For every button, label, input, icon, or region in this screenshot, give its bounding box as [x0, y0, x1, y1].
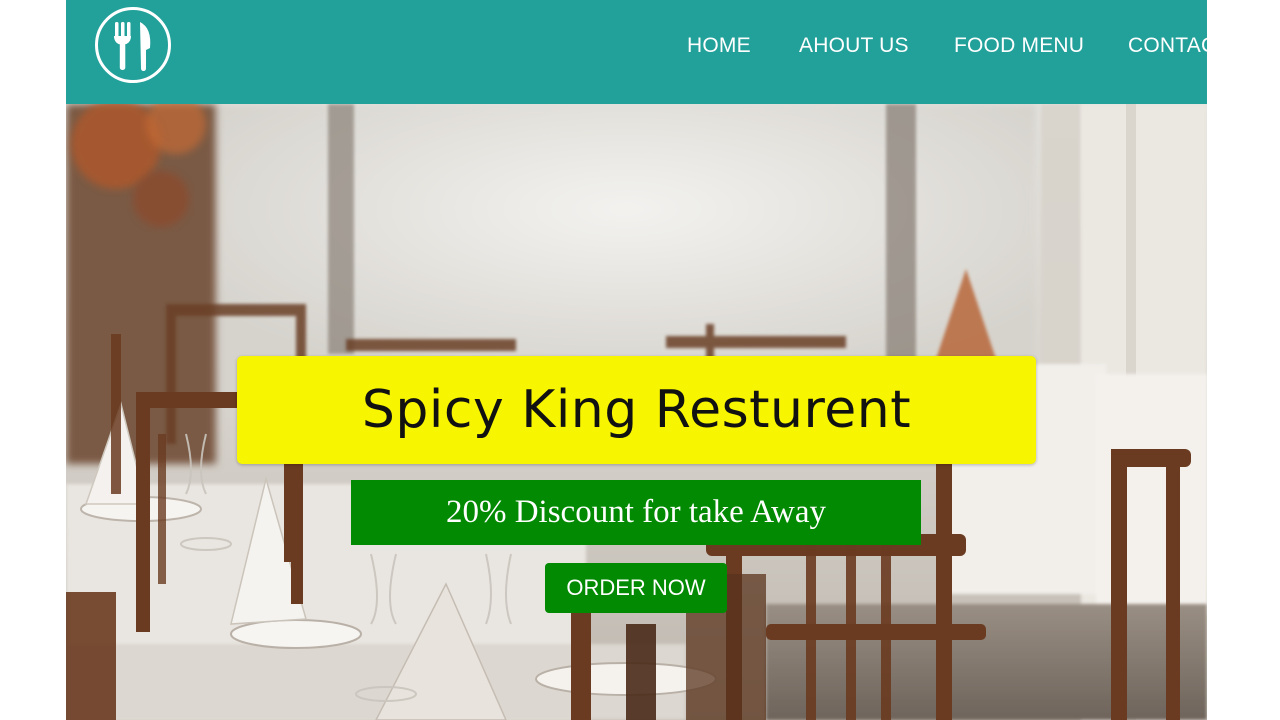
- page: HOME AHOUT US FOOD MENU CONTACT: [66, 0, 1207, 720]
- logo[interactable]: [95, 7, 171, 83]
- restaurant-title: Spicy King Resturent: [361, 380, 912, 440]
- site-header: HOME AHOUT US FOOD MENU CONTACT: [66, 0, 1207, 104]
- hero-section: Spicy King Resturent 20% Discount for ta…: [66, 104, 1207, 720]
- restaurant-title-banner: Spicy King Resturent: [237, 356, 1036, 464]
- discount-text: 20% Discount for take Away: [445, 494, 827, 530]
- nav-about-us[interactable]: AHOUT US: [799, 34, 909, 58]
- main-nav: HOME AHOUT US FOOD MENU CONTACT: [687, 34, 1207, 58]
- order-now-button[interactable]: ORDER NOW: [545, 563, 727, 613]
- nav-contact[interactable]: CONTACT: [1128, 34, 1207, 58]
- discount-banner: 20% Discount for take Away: [351, 480, 921, 545]
- nav-home[interactable]: HOME: [687, 34, 751, 58]
- nav-food-menu[interactable]: FOOD MENU: [954, 34, 1084, 58]
- fork-knife-icon: [114, 22, 151, 71]
